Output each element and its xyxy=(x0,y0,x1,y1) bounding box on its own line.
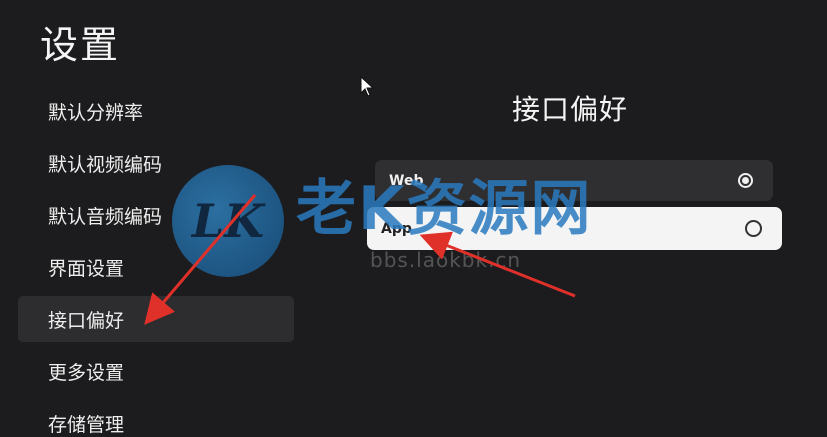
mouse-cursor-icon xyxy=(360,76,375,97)
section-title: 接口偏好 xyxy=(512,93,629,126)
watermark-logo: LK xyxy=(172,165,284,277)
sidebar-item-storage-management[interactable]: 存储管理 xyxy=(18,400,294,437)
radio-checked-icon[interactable] xyxy=(738,173,753,188)
sidebar-item-label: 默认视频编码 xyxy=(48,153,163,176)
sidebar-item-label: 存储管理 xyxy=(48,413,125,436)
page-title: 设置 xyxy=(40,23,121,67)
radio-unchecked-icon[interactable] xyxy=(745,220,762,237)
settings-screen: 设置 默认分辨率 默认视频编码 默认音频编码 界面设置 接口偏好 更多设置 存储… xyxy=(0,0,827,437)
watermark-text: 老K资源网 xyxy=(296,174,593,244)
sidebar-item-more-settings[interactable]: 更多设置 xyxy=(18,348,294,394)
sidebar-item-interface-preference[interactable]: 接口偏好 xyxy=(18,296,294,342)
sidebar-item-label: 更多设置 xyxy=(48,361,125,384)
watermark-url: bbs.laokbk.cn xyxy=(370,248,522,272)
sidebar-item-label: 界面设置 xyxy=(48,257,125,280)
sidebar-item-label: 接口偏好 xyxy=(48,309,125,332)
watermark-logo-text: LK xyxy=(191,194,265,248)
sidebar-item-default-resolution[interactable]: 默认分辨率 xyxy=(18,88,294,134)
sidebar-item-label: 默认音频编码 xyxy=(48,205,163,228)
sidebar-item-label: 默认分辨率 xyxy=(48,101,144,124)
